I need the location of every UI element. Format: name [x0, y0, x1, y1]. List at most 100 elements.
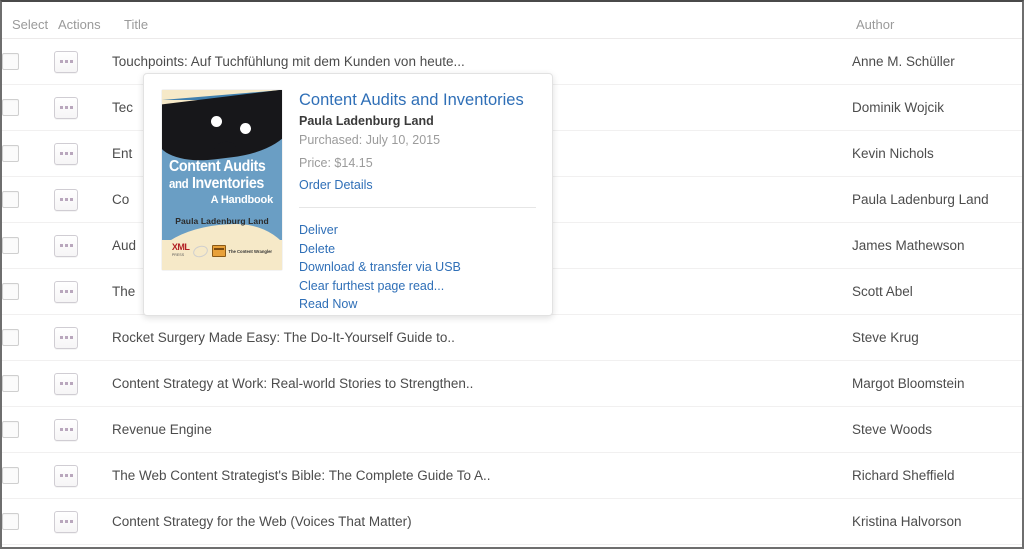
table-row[interactable]: Content Strategy for the Web (Voices Tha…	[2, 498, 1022, 545]
ellipsis-dot-icon	[69, 520, 73, 523]
table-header: Select Actions Title Author	[2, 2, 1022, 39]
book-cover-container: Content Audits and Inventories A Handboo…	[144, 90, 282, 315]
row-actions-button[interactable]	[54, 50, 78, 73]
cover-subtitle: A Handbook	[210, 194, 274, 206]
row-actions-button[interactable]	[54, 234, 78, 257]
row-actions-button[interactable]	[54, 418, 78, 441]
purchase-date: Purchased: July 10, 2015	[299, 133, 441, 147]
ellipsis-dot-icon	[59, 382, 63, 385]
order-details-link[interactable]: Order Details	[299, 176, 536, 195]
ellipsis-dot-icon	[59, 290, 63, 293]
table-row[interactable]: Rocket Surgery Made Easy: The Do-It-Your…	[2, 314, 1022, 361]
ellipsis-dot-icon	[64, 382, 68, 385]
cover-text-block: Content Audits and Inventories A Handboo…	[162, 158, 282, 207]
row-actions-button[interactable]	[54, 142, 78, 165]
row-title-cell[interactable]: Content Strategy for the Web (Voices Tha…	[112, 498, 852, 545]
row-author-cell: Steve Krug	[852, 314, 1022, 361]
ellipsis-dot-icon	[69, 336, 73, 339]
checkbox-unchecked-icon[interactable]	[2, 283, 19, 300]
row-author-cell: Dominik Wojcik	[852, 84, 1022, 131]
ellipsis-dot-icon	[69, 474, 73, 477]
checkbox-unchecked-icon[interactable]	[2, 329, 19, 346]
ellipsis-dot-icon	[69, 428, 73, 431]
ellipsis-dot-icon	[64, 60, 68, 63]
row-actions-cell	[54, 176, 112, 223]
cover-eye-left-icon	[211, 116, 222, 127]
ellipsis-dot-icon	[59, 106, 63, 109]
ellipsis-dot-icon	[59, 428, 63, 431]
book-title-link[interactable]: Content Audits and Inventories	[299, 90, 536, 111]
table-row[interactable]: The Web Content Strategist's Bible: The …	[2, 452, 1022, 499]
ellipsis-dot-icon	[64, 198, 68, 201]
row-actions-button[interactable]	[54, 372, 78, 395]
table-row[interactable]: Revenue Engine Steve Woods	[2, 406, 1022, 453]
row-actions-cell	[54, 452, 112, 499]
lasso-icon	[192, 243, 210, 259]
content-wrangler-logo-text: The Content Wrangler	[228, 248, 273, 254]
row-title-cell[interactable]: Revenue Engine	[112, 406, 852, 453]
checkbox-unchecked-icon[interactable]	[2, 53, 19, 70]
row-actions-cell	[54, 84, 112, 131]
ellipsis-dot-icon	[69, 152, 73, 155]
row-actions-button[interactable]	[54, 188, 78, 211]
row-author-cell: Margot Bloomstein	[852, 360, 1022, 407]
row-actions-button[interactable]	[54, 510, 78, 533]
popup-action-read-now[interactable]: Read Now	[299, 295, 536, 314]
checkbox-unchecked-icon[interactable]	[2, 467, 19, 484]
row-title-cell[interactable]: Rocket Surgery Made Easy: The Do-It-Your…	[112, 314, 852, 361]
row-select-cell	[2, 498, 54, 545]
popup-action-clear-furthest-page-read[interactable]: Clear furthest page read...	[299, 277, 536, 296]
popup-action-list: Deliver Delete Download & transfer via USB…	[299, 221, 536, 314]
row-author-cell: Kristina Halvorson	[852, 498, 1022, 545]
row-actions-cell	[54, 314, 112, 361]
row-actions-button[interactable]	[54, 464, 78, 487]
table-row[interactable]: Content Strategy at Work: Real-world Sto…	[2, 360, 1022, 407]
row-select-cell	[2, 84, 54, 131]
row-actions-button[interactable]	[54, 96, 78, 119]
row-actions-cell	[54, 130, 112, 177]
ellipsis-dot-icon	[59, 244, 63, 247]
row-actions-button[interactable]	[54, 280, 78, 303]
row-actions-cell	[54, 38, 112, 85]
library-window: Select Actions Title Author Touchpoints:…	[0, 0, 1024, 549]
content-wrangler-logo-icon: The Content Wrangler	[212, 245, 272, 257]
xml-press-logo-sub: PRESS	[171, 253, 185, 257]
popup-action-download-transfer-via-usb[interactable]: Download & transfer via USB	[299, 258, 536, 277]
checkbox-unchecked-icon[interactable]	[2, 513, 19, 530]
row-title-cell[interactable]: The Web Content Strategist's Bible: The …	[112, 452, 852, 499]
popup-action-delete[interactable]: Delete	[299, 240, 536, 259]
row-title-cell[interactable]: Content Strategy at Work: Real-world Sto…	[112, 360, 852, 407]
checkbox-unchecked-icon[interactable]	[2, 99, 19, 116]
row-select-cell	[2, 222, 54, 269]
checkbox-unchecked-icon[interactable]	[2, 191, 19, 208]
ellipsis-dot-icon	[64, 336, 68, 339]
row-select-cell	[2, 38, 54, 85]
ellipsis-dot-icon	[59, 336, 63, 339]
row-author-cell: Paula Ladenburg Land	[852, 176, 1022, 223]
cover-title-and: and	[169, 177, 189, 191]
row-actions-cell	[54, 406, 112, 453]
ellipsis-dot-icon	[59, 520, 63, 523]
row-select-cell	[2, 360, 54, 407]
cover-title-line-2: and Inventories	[169, 175, 267, 193]
checkbox-unchecked-icon[interactable]	[2, 375, 19, 392]
ellipsis-dot-icon	[64, 152, 68, 155]
ellipsis-dot-icon	[59, 152, 63, 155]
row-select-cell	[2, 176, 54, 223]
ellipsis-dot-icon	[64, 106, 68, 109]
row-select-cell	[2, 130, 54, 177]
row-actions-cell	[54, 222, 112, 269]
ellipsis-dot-icon	[69, 60, 73, 63]
book-cover-image[interactable]: Content Audits and Inventories A Handboo…	[162, 90, 282, 270]
book-detail-popup: Content Audits and Inventories A Handboo…	[143, 73, 553, 316]
column-header-actions: Actions	[54, 2, 112, 39]
row-actions-cell	[54, 268, 112, 315]
column-header-author: Author	[852, 2, 1022, 39]
checkbox-unchecked-icon[interactable]	[2, 421, 19, 438]
popup-action-deliver[interactable]: Deliver	[299, 221, 536, 240]
ellipsis-dot-icon	[64, 244, 68, 247]
row-author-cell: James Mathewson	[852, 222, 1022, 269]
checkbox-unchecked-icon[interactable]	[2, 145, 19, 162]
checkbox-unchecked-icon[interactable]	[2, 237, 19, 254]
row-actions-button[interactable]	[54, 326, 78, 349]
